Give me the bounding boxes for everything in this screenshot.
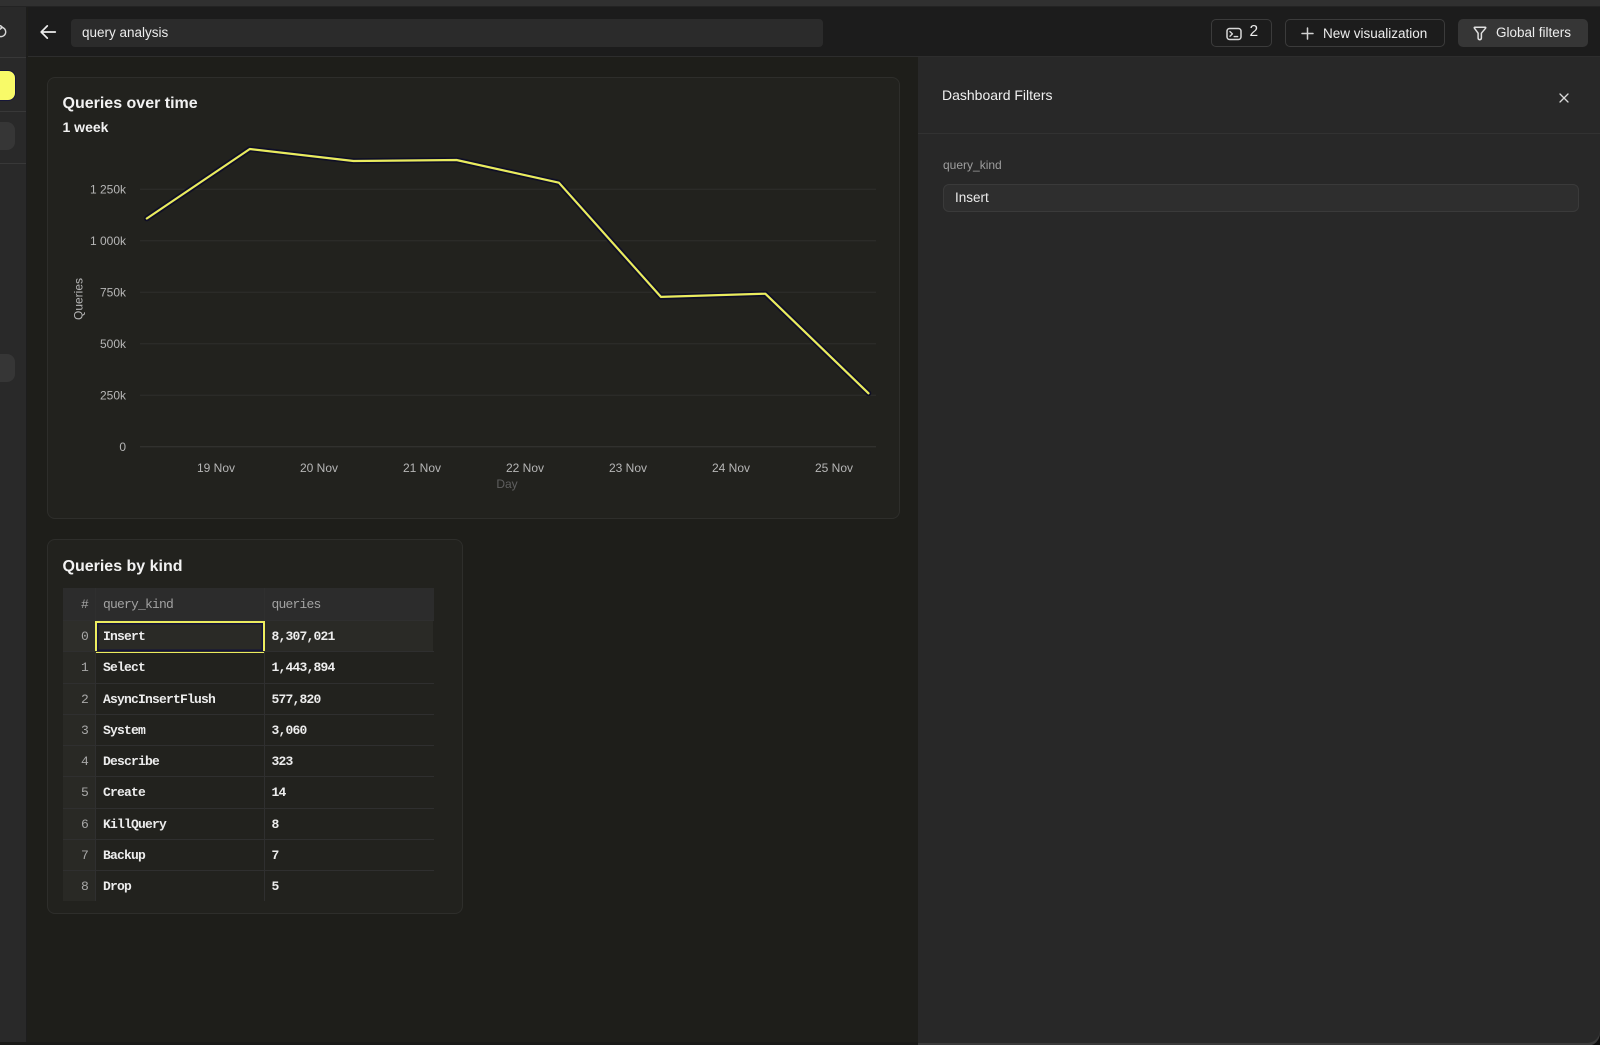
svg-text:21 Nov: 21 Nov <box>403 461 441 475</box>
svg-text:24 Nov: 24 Nov <box>712 461 750 475</box>
svg-text:22 Nov: 22 Nov <box>506 461 544 475</box>
svg-text:25 Nov: 25 Nov <box>815 461 853 475</box>
svg-text:23 Nov: 23 Nov <box>609 461 647 475</box>
svg-text:Queries: Queries <box>72 278 86 320</box>
svg-text:19 Nov: 19 Nov <box>197 461 235 475</box>
svg-text:1 250k: 1 250k <box>90 182 127 196</box>
svg-text:1 000k: 1 000k <box>90 234 127 248</box>
svg-text:750k: 750k <box>100 285 127 299</box>
svg-text:Day: Day <box>496 477 517 491</box>
svg-text:250k: 250k <box>100 388 127 402</box>
svg-text:20 Nov: 20 Nov <box>300 461 338 475</box>
svg-text:500k: 500k <box>100 337 127 351</box>
svg-text:0: 0 <box>119 440 126 454</box>
